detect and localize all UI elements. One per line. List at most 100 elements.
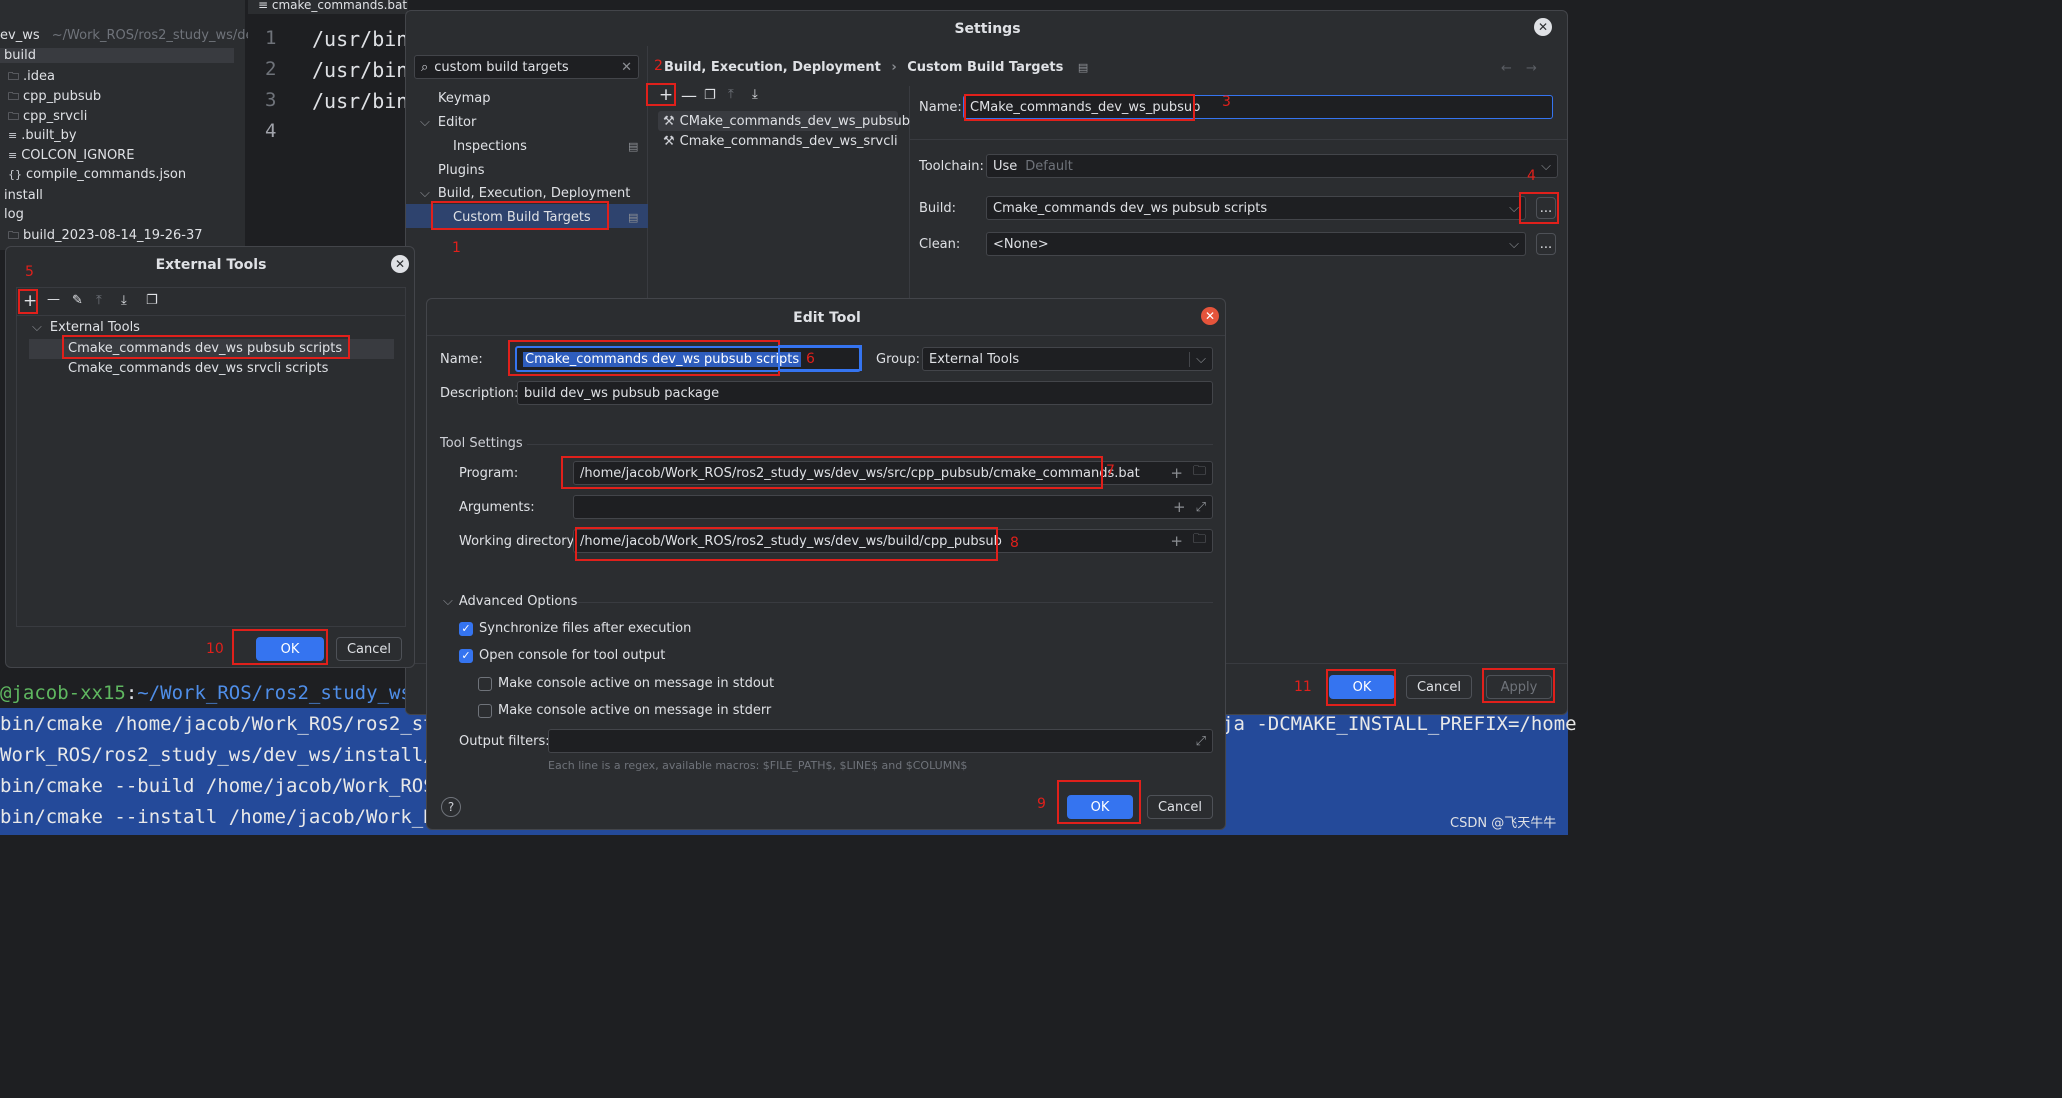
project-item[interactable]: build <box>0 48 234 63</box>
project-item[interactable]: install <box>0 188 43 203</box>
code-line[interactable]: /usr/bin <box>312 89 408 113</box>
folder-icon[interactable]: 🗀 <box>1193 530 1206 552</box>
project-item[interactable]: ≡ .built_by <box>8 128 77 143</box>
project-item[interactable]: 🗀 cpp_srvcli <box>8 108 87 127</box>
tree-keymap[interactable]: Keymap <box>438 91 490 106</box>
target-item[interactable]: ⚒ CMake_commands_dev_ws_pubsub <box>663 114 910 129</box>
settings-ok-button[interactable]: OK <box>1329 675 1395 699</box>
insert-macro-icon[interactable]: + <box>1170 532 1183 550</box>
insert-macro-icon[interactable]: + <box>1173 498 1186 516</box>
annotation-number: 7 <box>1106 463 1115 479</box>
project-item[interactable]: 🗀 .idea <box>8 68 55 87</box>
line-number: 1 <box>265 27 277 49</box>
close-icon[interactable]: ✕ <box>391 255 409 273</box>
project-scope-icon: ▤ <box>628 211 639 224</box>
output-filters-hint: Each line is a regex, available macros: … <box>548 759 968 772</box>
annotation-number: 5 <box>25 264 34 280</box>
build-browse-button[interactable]: ... <box>1536 197 1556 219</box>
edit-tool-cancel-button[interactable]: Cancel <box>1147 795 1213 819</box>
tree-inspections[interactable]: Inspections <box>453 139 527 154</box>
close-icon[interactable]: ✕ <box>1201 307 1219 325</box>
tree-plugins[interactable]: Plugins <box>438 163 485 178</box>
opt-stdout[interactable]: Make console active on message in stdout <box>478 676 774 691</box>
tools-cancel-button[interactable]: Cancel <box>336 637 402 661</box>
tool-group-value: External Tools <box>929 351 1020 367</box>
checkbox-icon[interactable] <box>478 676 492 691</box>
code-line[interactable]: /usr/bin <box>312 27 408 51</box>
add-tool-icon[interactable]: + <box>23 291 37 311</box>
toolchain-use: Use <box>993 158 1018 174</box>
code-line[interactable]: /usr/bin <box>312 58 408 82</box>
output-filters-field[interactable]: ⤢ <box>548 729 1213 753</box>
copy-tool-icon[interactable]: ❐ <box>146 293 158 308</box>
external-tools-title: External Tools <box>155 257 267 273</box>
workdir-field[interactable]: /home/jacob/Work_ROS/ros2_study_ws/dev_w… <box>573 529 1213 553</box>
opt-stderr[interactable]: Make console active on message in stderr <box>478 703 771 718</box>
project-root[interactable]: ev_ws ~/Work_ROS/ros2_study_ws/dev_v <box>0 28 275 46</box>
forward-arrow-icon[interactable]: → <box>1526 61 1537 76</box>
close-icon[interactable]: ✕ <box>1534 18 1552 36</box>
add-target-icon[interactable]: + <box>656 86 676 106</box>
tools-ok-button[interactable]: OK <box>256 637 324 661</box>
build-select[interactable]: Cmake_commands dev_ws pubsub scripts ⌵ <box>986 196 1526 220</box>
tool-group-select[interactable]: External Tools ⌵ <box>922 347 1213 371</box>
move-up-icon[interactable]: ⤒ <box>728 87 734 102</box>
workdir-value: /home/jacob/Work_ROS/ros2_study_ws/dev_w… <box>580 533 1002 549</box>
tree-build-exec[interactable]: ⌵ Build, Execution, Deployment <box>420 186 630 201</box>
editor-tab[interactable]: ≡ cmake_commands.bat <box>248 0 408 14</box>
project-item[interactable]: log <box>0 207 24 222</box>
target-item-label: CMake_commands_dev_ws_pubsub <box>679 114 910 129</box>
toolchain-select[interactable]: Use Default ⌵ <box>986 154 1558 178</box>
terminal-right-text: ja -DCMAKE_INSTALL_PREFIX=/home <box>1222 713 1577 735</box>
checkbox-checked-icon[interactable]: ✓ <box>459 621 473 636</box>
project-item[interactable]: 🗀 cpp_pubsub <box>8 88 101 107</box>
clean-browse-button[interactable]: ... <box>1536 233 1556 255</box>
checkbox-checked-icon[interactable]: ✓ <box>459 648 473 663</box>
tool-item[interactable]: Cmake_commands dev_ws pubsub scripts <box>68 341 342 356</box>
remove-target-icon[interactable]: — <box>681 86 697 105</box>
chevron-down-icon: ⌵ <box>420 186 430 201</box>
tools-group[interactable]: ⌵ External Tools <box>32 320 140 335</box>
project-item[interactable]: {} compile_commands.json <box>8 167 186 182</box>
project-item-label: cpp_srvcli <box>23 109 88 124</box>
edit-tool-dialog: Edit Tool ✕ Name: Cmake_commands dev_ws … <box>426 298 1226 830</box>
move-up-icon[interactable]: ⤒ <box>96 293 102 308</box>
folder-icon: 🗀 <box>8 229 19 242</box>
clean-select[interactable]: <None> ⌵ <box>986 232 1526 256</box>
settings-search[interactable]: ⌕ custom build targets ✕ <box>414 55 639 79</box>
target-name-field[interactable]: CMake_commands_dev_ws_pubsub <box>963 95 1553 119</box>
clean-browse-label: ... <box>1539 236 1553 252</box>
advanced-toggle[interactable]: ⌵ Advanced Options <box>443 594 577 609</box>
copy-target-icon[interactable]: ❐ <box>704 88 716 103</box>
tree-editor[interactable]: ⌵ Editor <box>420 115 476 130</box>
move-down-icon[interactable]: ⤓ <box>121 293 127 308</box>
breadcrumb-1[interactable]: Build, Execution, Deployment <box>664 60 881 75</box>
back-arrow-icon[interactable]: ← <box>1501 61 1512 76</box>
expand-icon[interactable]: ⤢ <box>1196 734 1206 749</box>
description-field[interactable]: build dev_ws pubsub package <box>517 381 1213 405</box>
opt-sync[interactable]: ✓ Synchronize files after execution <box>459 621 691 636</box>
arguments-field[interactable]: + ⤢ <box>573 495 1213 519</box>
insert-macro-icon[interactable]: + <box>1170 464 1183 482</box>
opt-console[interactable]: ✓ Open console for tool output <box>459 648 665 663</box>
folder-icon[interactable]: 🗀 <box>1193 462 1206 484</box>
edit-tool-icon[interactable]: ✎ <box>72 293 83 308</box>
settings-apply-button[interactable]: Apply <box>1486 675 1552 699</box>
program-field[interactable]: /home/jacob/Work_ROS/ros2_study_ws/dev_w… <box>573 461 1213 485</box>
tool-item[interactable]: Cmake_commands dev_ws srvcli scripts <box>68 361 328 376</box>
project-item[interactable]: 🗀 build_2023-08-14_19-26-37 <box>8 227 203 246</box>
target-item[interactable]: ⚒ Cmake_commands_dev_ws_srvcli <box>663 134 898 149</box>
expand-icon[interactable]: ⤢ <box>1196 500 1206 515</box>
project-item[interactable]: ≡ COLCON_IGNORE <box>8 148 134 163</box>
build-tools-icon: ⚒ <box>663 134 675 149</box>
clean-value: <None> <box>993 236 1049 252</box>
clear-search-icon[interactable]: ✕ <box>621 60 632 75</box>
settings-cancel-button[interactable]: Cancel <box>1406 675 1472 699</box>
checkbox-icon[interactable] <box>478 703 492 718</box>
tree-custom-targets[interactable]: Custom Build Targets <box>453 210 591 225</box>
advanced-label: Advanced Options <box>458 594 578 609</box>
move-down-icon[interactable]: ⤓ <box>752 87 758 102</box>
remove-tool-icon[interactable]: — <box>47 292 60 307</box>
help-button[interactable]: ? <box>441 797 461 817</box>
edit-tool-ok-button[interactable]: OK <box>1067 795 1133 819</box>
